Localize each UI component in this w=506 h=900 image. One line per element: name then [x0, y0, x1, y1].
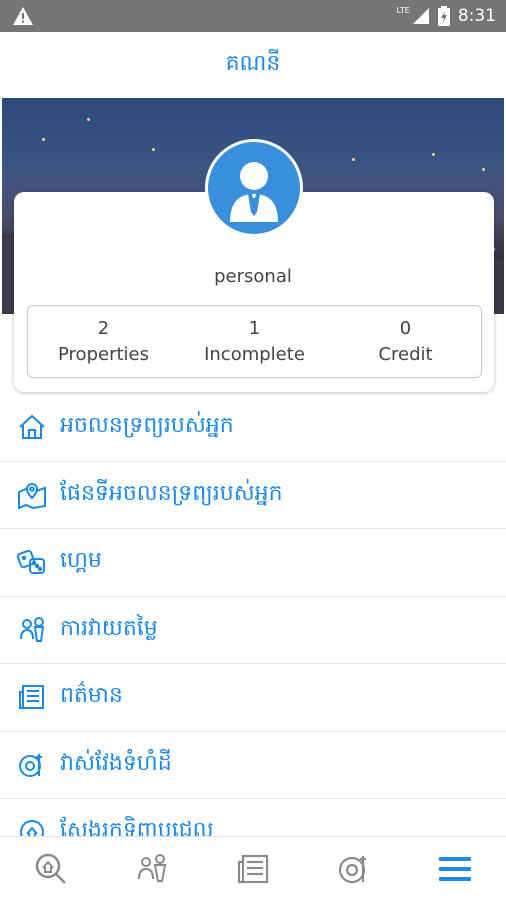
stat-credit[interactable]: 0 Credit [330, 306, 481, 377]
measure-tab[interactable] [304, 837, 405, 900]
menu-item-label: ហ្គេម [60, 548, 102, 574]
stat-incomplete[interactable]: 1 Incomplete [179, 306, 330, 377]
menu-item-label: ផែនទីអចលនទ្រព្យរបស់អ្នក [60, 480, 283, 506]
stat-label: Incomplete [204, 344, 305, 365]
stat-label: Credit [378, 344, 433, 365]
search-tab[interactable] [0, 837, 101, 900]
status-bar: LTE 8:31 [0, 0, 506, 32]
menu-item-news[interactable]: ពត៌មាន [0, 664, 506, 732]
measure-icon [14, 747, 50, 783]
newspaper-icon [14, 679, 50, 715]
network-type: LTE [396, 5, 410, 15]
menu-item-label: វាស់វែងទំហំដី [60, 750, 172, 776]
avatar[interactable] [205, 139, 303, 237]
dice-icon [14, 544, 50, 580]
news-tab[interactable] [202, 837, 303, 900]
appraisal-tab[interactable] [101, 837, 202, 900]
signal-icon [412, 8, 429, 24]
newspaper-nav-icon [237, 854, 269, 883]
home-icon [14, 409, 50, 445]
map-pin-icon [14, 477, 50, 513]
user-avatar-icon [230, 162, 278, 222]
appraisal-nav-icon [137, 853, 167, 882]
hamburger-menu-icon [439, 856, 472, 881]
stat-value: 2 [97, 318, 110, 339]
menu-item-games[interactable]: ហ្គេម [0, 529, 506, 597]
menu-item-property-map[interactable]: ផែនទីអចលនទ្រព្យរបស់អ្នក [0, 462, 506, 529]
clock: 8:31 [457, 6, 496, 26]
stats-panel: 2 Properties 1 Incomplete 0 Credit [27, 305, 482, 378]
page-title: គណនី [225, 51, 281, 76]
username: personal [214, 266, 292, 287]
account-menu: អចលនទ្រព្យរបស់អ្នក ផែនទីអចលនទ្រព្យរបស់អ្… [0, 394, 506, 867]
stat-value: 0 [399, 318, 412, 339]
stat-label: Properties [58, 344, 149, 365]
bottom-navigation [0, 836, 506, 900]
measure-nav-icon [339, 855, 367, 883]
menu-item-appraisal[interactable]: ការវាយតម្លៃ [0, 597, 506, 664]
menu-item-measure-land[interactable]: វាស់វែងទំហំដី [0, 732, 506, 799]
menu-tab[interactable] [405, 837, 506, 900]
menu-item-my-properties[interactable]: អចលនទ្រព្យរបស់អ្នក [0, 394, 506, 462]
stat-value: 1 [248, 318, 261, 339]
stat-properties[interactable]: 2 Properties [28, 306, 179, 377]
menu-item-label: ពត៌មាន [60, 683, 123, 709]
warning-icon [13, 7, 33, 25]
appraisal-icon [14, 612, 50, 648]
app-bar: គណនី [0, 32, 506, 98]
menu-item-label: អចលនទ្រព្យរបស់អ្នក [60, 413, 234, 439]
menu-item-label: ការវាយតម្លៃ [60, 615, 158, 641]
search-home-icon [35, 853, 66, 884]
battery-icon [437, 6, 450, 26]
